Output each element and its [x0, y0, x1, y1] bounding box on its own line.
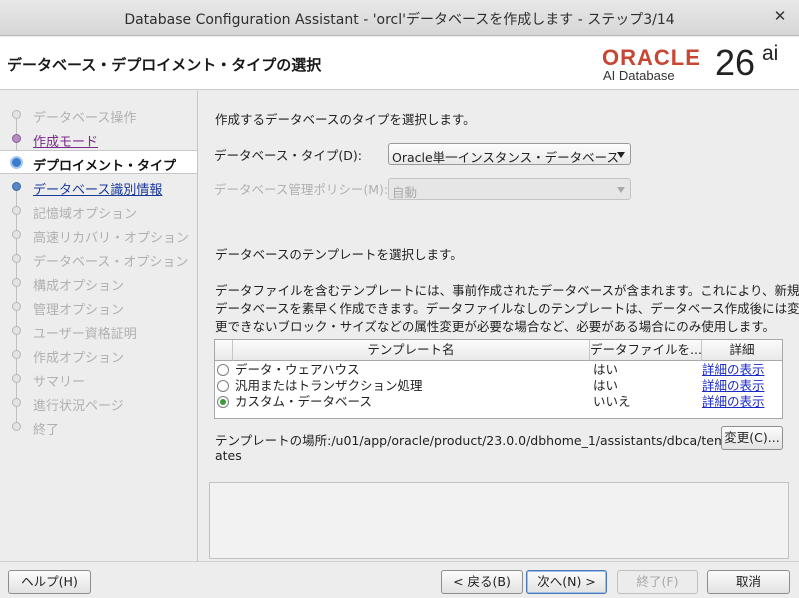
step-management-options: 管理オプション	[0, 295, 197, 331]
help-button[interactable]: ヘルプ(H)	[8, 570, 91, 594]
window-titlebar: Database Configuration Assistant - 'orcl…	[0, 0, 799, 36]
template-table: テンプレート名 データファイルを... 詳細 データ・ウェアハウス はい 詳細の…	[214, 339, 783, 419]
step-label: 構成オプション	[33, 279, 125, 294]
step-dot-icon	[12, 254, 21, 263]
window-title: Database Configuration Assistant - 'orcl…	[124, 12, 675, 28]
step-label: 高速リカバリ・オプション	[33, 231, 190, 246]
table-header-datafiles[interactable]: データファイルを...	[590, 340, 702, 361]
step-database-operation: データベース操作	[0, 103, 197, 139]
table-row[interactable]: データ・ウェアハウス はい 詳細の表示	[215, 362, 782, 378]
step-dot-icon	[12, 278, 21, 287]
db-type-value: Oracle単一インスタンス・データベース	[392, 150, 620, 165]
cancel-button[interactable]: 取消	[707, 570, 790, 594]
steps-sidebar: データベース操作 作成モード デプロイメント・タイプ データベース識別情報 記憶…	[0, 91, 198, 561]
dropdown-arrow-icon	[617, 187, 625, 193]
template-datafiles: はい	[593, 362, 619, 377]
policy-value: 自動	[392, 185, 418, 200]
main-panel: 作成するデータベースのタイプを選択します。 データベース・タイプ(D): Ora…	[199, 91, 799, 561]
step-creation-options: 作成オプション	[0, 343, 197, 379]
step-label[interactable]: データベース識別情報	[33, 179, 162, 198]
step-dot-icon	[12, 182, 21, 191]
step-label: 管理オプション	[33, 303, 125, 318]
step-dot-icon	[12, 398, 21, 407]
template-radio[interactable]	[217, 380, 229, 392]
step-database-identification[interactable]: データベース識別情報	[0, 175, 197, 211]
step-label: ユーザー資格証明	[33, 327, 137, 342]
step-dot-icon	[12, 206, 21, 215]
page-title: データベース・デプロイメント・タイプの選択	[7, 56, 322, 74]
table-header-detail[interactable]: 詳細	[702, 340, 782, 361]
template-intro: データベースのテンプレートを選択します。	[215, 247, 463, 262]
show-details-link[interactable]: 詳細の表示	[702, 394, 765, 410]
step-dot-icon	[12, 350, 21, 359]
next-button[interactable]: 次へ(N) >	[526, 570, 607, 594]
table-row[interactable]: 汎用またはトランザクション処理 はい 詳細の表示	[215, 378, 782, 394]
step-label: データベース操作	[33, 111, 137, 126]
policy-label: データベース管理ポリシー(M):	[214, 182, 389, 197]
template-name: カスタム・データベース	[235, 394, 372, 409]
table-row[interactable]: カスタム・データベース いいえ 詳細の表示	[215, 394, 782, 410]
current-step-icon	[10, 156, 23, 169]
step-dot-icon	[12, 302, 21, 311]
template-datafiles: はい	[593, 378, 619, 393]
step-user-credentials: ユーザー資格証明	[0, 319, 197, 355]
step-label: 進行状況ページ	[33, 399, 124, 414]
page-header: データベース・デプロイメント・タイプの選択 ORACLE AI Database…	[0, 37, 799, 90]
template-name: 汎用またはトランザクション処理	[235, 378, 423, 393]
template-location: テンプレートの場所:/u01/app/oracle/product/23.0.0…	[215, 433, 738, 448]
step-dot-icon	[12, 422, 21, 431]
step-label: デプロイメント・タイプ	[33, 159, 177, 174]
change-location-button[interactable]: 変更(C)...	[721, 426, 783, 450]
table-header-select	[215, 340, 233, 361]
description-line: データベースを素早く作成できます。データファイルなしのテンプレートは、データベー…	[215, 301, 799, 316]
table-header-name[interactable]: テンプレート名	[233, 340, 590, 361]
template-location-cont: ates	[215, 448, 242, 463]
step-deployment-type: デプロイメント・タイプ	[0, 150, 197, 174]
finish-button: 終了(F)	[617, 570, 698, 594]
close-icon[interactable]: ✕	[771, 7, 789, 25]
step-label: サマリー	[33, 375, 86, 390]
step-dot-icon	[12, 134, 21, 143]
step-database-options: データベース・オプション	[0, 247, 197, 283]
intro-text: 作成するデータベースのタイプを選択します。	[215, 112, 476, 127]
step-label[interactable]: 作成モード	[33, 131, 98, 150]
step-progress: 進行状況ページ	[0, 391, 197, 427]
message-area	[209, 482, 789, 559]
logo-suffix: ai	[762, 42, 779, 65]
step-storage-option: 記憶域オプション	[0, 199, 197, 235]
step-dot-icon	[12, 110, 21, 119]
step-creation-mode[interactable]: 作成モード	[0, 127, 197, 163]
db-type-label: データベース・タイプ(D):	[214, 148, 362, 163]
show-details-link[interactable]: 詳細の表示	[702, 378, 765, 394]
step-dot-icon	[12, 326, 21, 335]
db-type-select[interactable]: Oracle単一インスタンス・データベース	[388, 143, 631, 165]
step-finish: 終了	[0, 415, 197, 439]
step-configuration-options: 構成オプション	[0, 271, 197, 307]
logo-version: 26	[715, 42, 756, 83]
step-label: 記憶域オプション	[33, 207, 138, 222]
description-line: 更できないブロック・サイズなどの属性変更が必要な場合など、必要がある場合にのみ使…	[215, 319, 776, 334]
step-label: データベース・オプション	[33, 255, 189, 270]
step-label: 終了	[33, 423, 60, 438]
step-label: 作成オプション	[33, 351, 125, 366]
template-name: データ・ウェアハウス	[235, 362, 360, 377]
template-datafiles: いいえ	[593, 394, 631, 409]
show-details-link[interactable]: 詳細の表示	[702, 362, 765, 378]
logo-product: AI Database	[603, 68, 675, 83]
template-radio[interactable]	[217, 364, 229, 376]
oracle-logo: ORACLE AI Database 26 ai	[602, 42, 792, 86]
policy-select: 自動	[388, 178, 631, 200]
step-fast-recovery: 高速リカバリ・オプション	[0, 223, 197, 259]
dropdown-arrow-icon	[617, 152, 625, 158]
step-dot-icon	[12, 374, 21, 383]
description-line: データファイルを含むテンプレートには、事前作成されたデータベースが含まれます。こ…	[215, 283, 799, 298]
back-button[interactable]: < 戻る(B)	[441, 570, 523, 594]
footer-divider	[0, 561, 799, 562]
template-radio-selected[interactable]	[217, 396, 229, 408]
step-dot-icon	[12, 230, 21, 239]
step-summary: サマリー	[0, 367, 197, 403]
